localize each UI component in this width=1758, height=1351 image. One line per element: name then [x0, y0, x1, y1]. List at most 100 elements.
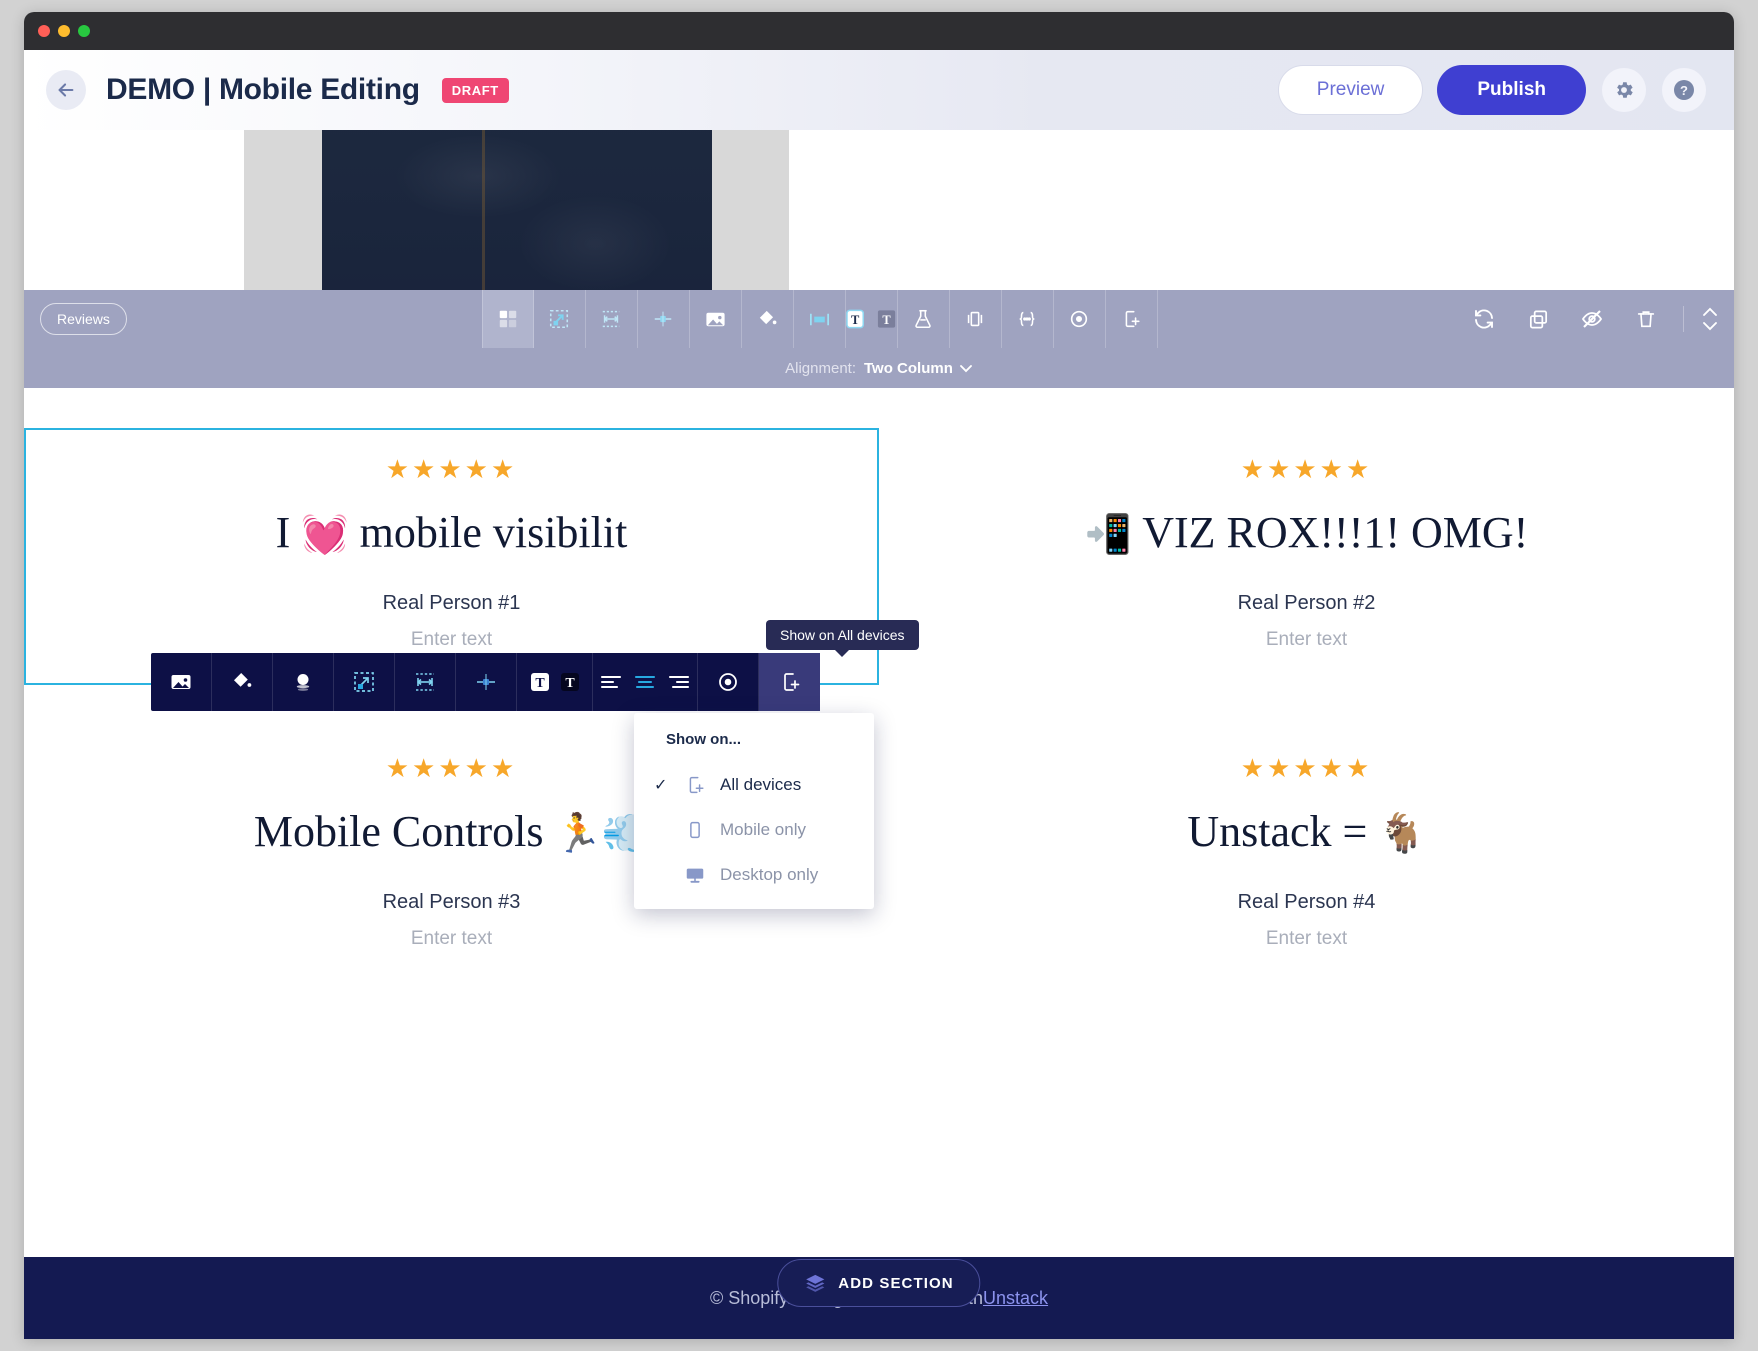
- review-card[interactable]: ★★★★★ I 💓 mobile visibilit Real Person #…: [24, 428, 879, 685]
- review-heading-before: Mobile Controls: [253, 807, 555, 856]
- layers-icon: [806, 1274, 825, 1292]
- device-visibility-icon: [783, 673, 799, 691]
- align-right-icon: [668, 675, 690, 689]
- section-action-delete[interactable]: [1619, 290, 1673, 348]
- section-toolbar-row: Reviews T T: [24, 290, 1734, 348]
- alignment-select[interactable]: Two Column: [864, 360, 973, 377]
- container-width-icon: [809, 313, 829, 325]
- settings-button[interactable]: [1602, 68, 1646, 112]
- section-actions: [1457, 290, 1734, 348]
- review-text-placeholder[interactable]: Enter text: [919, 928, 1694, 950]
- element-tool-spacing[interactable]: [395, 653, 456, 711]
- review-heading-before: I: [275, 508, 302, 557]
- chevron-down-icon: [959, 365, 972, 373]
- window-maximize-button[interactable]: [78, 25, 90, 37]
- add-section-label: ADD SECTION: [838, 1274, 954, 1292]
- element-tool-resize[interactable]: [334, 653, 395, 711]
- star-rating: ★★★★★: [1240, 454, 1373, 484]
- element-tool-device-visibility[interactable]: [759, 653, 820, 711]
- review-heading: Unstack = 🐐: [919, 806, 1694, 857]
- target-icon: [1071, 310, 1088, 328]
- section-tool-fill-color[interactable]: [742, 290, 794, 348]
- jeans-image-part: [322, 130, 712, 290]
- element-tool-target[interactable]: [698, 653, 759, 711]
- section-tool-code[interactable]: [1002, 290, 1054, 348]
- review-author: Real Person #4: [1237, 891, 1376, 913]
- review-author: Real Person #2: [1237, 592, 1376, 614]
- element-tool-shadow[interactable]: [273, 653, 334, 711]
- svg-text:T: T: [565, 676, 575, 691]
- section-tool-target[interactable]: [1054, 290, 1106, 348]
- section-tool-experiment[interactable]: [898, 290, 950, 348]
- fill-color-icon: [234, 673, 252, 687]
- element-tool-text-align[interactable]: [593, 653, 698, 711]
- element-tool-divider[interactable]: [456, 653, 517, 711]
- review-text-placeholder[interactable]: Enter text: [64, 928, 839, 950]
- star-rating: ★★★★★: [1240, 753, 1373, 783]
- show-on-option-desktop-only[interactable]: Desktop only: [634, 852, 874, 897]
- help-button[interactable]: ?: [1662, 68, 1706, 112]
- app-window: DEMO | Mobile Editing DRAFT Preview Publ…: [24, 12, 1734, 1339]
- section-tool-carousel[interactable]: [950, 290, 1002, 348]
- editor-header: DEMO | Mobile Editing DRAFT Preview Publ…: [24, 50, 1734, 130]
- section-tool-image[interactable]: [690, 290, 742, 348]
- device-visibility-icon: [1126, 310, 1140, 328]
- footer-unstack-link[interactable]: Unstack: [983, 1288, 1048, 1309]
- element-tool-image[interactable]: [151, 653, 212, 711]
- element-tool-fill-color[interactable]: [212, 653, 273, 711]
- review-heading: I 💓 mobile visibilit: [64, 507, 839, 558]
- align-center-icon: [634, 675, 656, 689]
- window-close-button[interactable]: [38, 25, 50, 37]
- section-action-duplicate[interactable]: [1511, 290, 1565, 348]
- section-move-control[interactable]: [1683, 306, 1720, 332]
- refresh-icon: [1475, 309, 1493, 329]
- add-section-button[interactable]: ADD SECTION: [777, 1259, 981, 1307]
- review-card[interactable]: ★★★★★ Unstack = 🐐 Real Person #4 Enter t…: [879, 727, 1734, 984]
- fill-color-icon: [759, 310, 777, 324]
- svg-text:T: T: [851, 313, 860, 327]
- text-style-secondary-icon: T: [877, 310, 895, 328]
- element-toolbar: T T: [151, 653, 820, 711]
- page-title: DEMO | Mobile Editing: [106, 73, 420, 106]
- svg-text:T: T: [535, 676, 545, 691]
- section-tool-device-visibility[interactable]: [1106, 290, 1158, 348]
- reviews-row-2: ★★★★★ Mobile Controls 🏃💨 Real Person #3 …: [24, 727, 1734, 984]
- hero-section: [24, 130, 1734, 290]
- section-action-hide[interactable]: [1565, 290, 1619, 348]
- text-style-icon: T: [530, 673, 549, 691]
- review-card[interactable]: ★★★★★ 📲 VIZ ROX!!!1! OMG! Real Person #2…: [879, 428, 1734, 685]
- section-name-badge[interactable]: Reviews: [40, 303, 127, 335]
- tooltip: Show on All devices: [766, 620, 919, 657]
- back-button[interactable]: [46, 70, 86, 110]
- review-text-placeholder[interactable]: Enter text: [64, 629, 839, 651]
- section-tool-spacing[interactable]: [586, 290, 638, 348]
- section-action-refresh[interactable]: [1457, 290, 1511, 348]
- code-icon: [1019, 311, 1035, 327]
- publish-button[interactable]: Publish: [1437, 65, 1586, 115]
- experiment-icon: [915, 309, 932, 329]
- section-tool-resize[interactable]: [534, 290, 586, 348]
- preview-button[interactable]: Preview: [1277, 65, 1424, 115]
- show-on-dropdown: Show on... ✓ All devices Mobile only Des…: [634, 713, 874, 909]
- page-canvas: Reviews T T Alignment: Two Column Show o…: [24, 130, 1734, 1339]
- image-icon: [171, 675, 191, 689]
- text-style-secondary-icon: T: [560, 673, 579, 691]
- question-mark-icon: ?: [1674, 80, 1694, 100]
- section-tool-container-width[interactable]: [794, 290, 846, 348]
- section-tool-grid-layout[interactable]: [481, 290, 534, 348]
- section-tool-group: T T: [481, 290, 1158, 348]
- section-tool-divider[interactable]: [638, 290, 690, 348]
- review-text-placeholder[interactable]: Enter text: [919, 629, 1694, 651]
- svg-text:T: T: [882, 313, 891, 327]
- section-tool-text-style[interactable]: T T: [846, 290, 898, 348]
- gear-icon: [1617, 82, 1633, 98]
- product-photo: [244, 130, 789, 290]
- browser-titlebar: [24, 12, 1734, 50]
- show-on-option-mobile-only[interactable]: Mobile only: [634, 807, 874, 852]
- element-tool-text-style[interactable]: T T: [517, 653, 593, 711]
- show-on-option-all-devices[interactable]: ✓ All devices: [634, 762, 874, 807]
- review-heading-after: VIZ ROX!!!1! OMG!: [1131, 508, 1529, 557]
- star-rating: ★★★★★: [385, 454, 518, 484]
- window-minimize-button[interactable]: [58, 25, 70, 37]
- grid-layout-icon: [499, 310, 517, 328]
